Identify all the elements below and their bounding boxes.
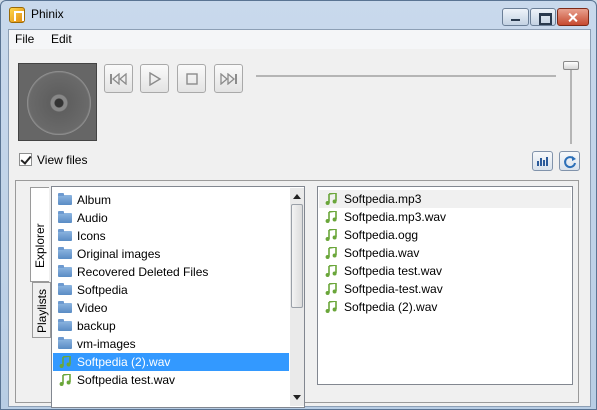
volume-track[interactable] — [570, 66, 572, 144]
file-list: Softpedia.mp3 Softpedia.mp3.wav Softpedi… — [317, 186, 573, 385]
tab-playlists-label: Playlists — [35, 288, 49, 333]
tree-item[interactable]: Original images — [53, 245, 289, 263]
scroll-up-icon[interactable] — [293, 194, 301, 199]
file-row[interactable]: Softpedia.ogg — [319, 226, 571, 244]
previous-icon — [110, 72, 127, 85]
folder-icon — [58, 211, 72, 223]
menu-file[interactable]: File — [15, 32, 34, 46]
minimize-button[interactable] — [502, 8, 529, 26]
disc-icon — [27, 71, 91, 135]
folder-icon — [58, 229, 72, 241]
folder-icon — [58, 247, 72, 259]
audio-file-icon — [325, 193, 337, 205]
tree-item[interactable]: Icons — [53, 227, 289, 245]
file-row[interactable]: Softpedia (2).wav — [319, 298, 571, 316]
tree-item[interactable]: Video — [53, 299, 289, 317]
volume-slider-thumb[interactable] — [563, 61, 579, 70]
audio-file-icon — [325, 301, 337, 313]
audio-file-icon — [59, 374, 71, 386]
file-row[interactable]: Softpedia.mp3.wav — [319, 208, 571, 226]
audio-file-icon — [59, 356, 71, 368]
stop-icon — [185, 72, 198, 85]
close-button[interactable] — [557, 8, 589, 26]
folder-icon — [58, 337, 72, 349]
tree-item[interactable]: Recovered Deleted Files — [53, 263, 289, 281]
tree-scrollbar[interactable] — [290, 188, 304, 406]
file-row[interactable]: Softpedia-test.wav — [319, 280, 571, 298]
file-row[interactable]: Softpedia.wav — [319, 244, 571, 262]
folder-tree: Album Audio Icons Original images Recove… — [51, 186, 305, 408]
audio-file-icon — [325, 283, 337, 295]
next-icon — [220, 72, 237, 85]
folder-icon — [58, 283, 72, 295]
title-bar[interactable]: Phinix — [1, 1, 596, 29]
equalizer-button[interactable] — [532, 151, 553, 171]
folder-icon — [58, 193, 72, 205]
play-icon — [148, 71, 161, 86]
tree-item-selected[interactable]: Softpedia (2).wav — [53, 353, 289, 371]
seek-slider[interactable] — [256, 75, 556, 77]
play-button[interactable] — [140, 64, 169, 93]
app-icon — [9, 7, 25, 23]
previous-button[interactable] — [104, 64, 133, 93]
refresh-icon — [564, 156, 576, 169]
next-button[interactable] — [214, 64, 243, 93]
folder-icon — [58, 319, 72, 331]
menu-edit[interactable]: Edit — [51, 32, 72, 46]
view-files-checkbox[interactable] — [19, 153, 32, 166]
client-area: File Edit View files Explorer Playlists … — [8, 29, 591, 408]
album-art — [18, 63, 97, 141]
menu-bar: File Edit — [9, 30, 590, 49]
audio-file-icon — [325, 211, 337, 223]
view-files-label: View files — [37, 153, 88, 167]
maximize-button[interactable] — [530, 8, 556, 26]
scroll-thumb[interactable] — [291, 204, 303, 308]
file-row[interactable]: Softpedia test.wav — [319, 262, 571, 280]
file-row[interactable]: Softpedia.mp3 — [319, 190, 571, 208]
tab-explorer[interactable]: Explorer — [30, 187, 49, 282]
audio-file-icon — [325, 265, 337, 277]
tab-explorer-label: Explorer — [33, 223, 47, 268]
window-title: Phinix — [31, 7, 64, 21]
tab-playlists[interactable]: Playlists — [32, 282, 51, 338]
tree-item[interactable]: Album — [53, 191, 289, 209]
folder-icon — [58, 301, 72, 313]
folder-icon — [58, 265, 72, 277]
tree-item[interactable]: Audio — [53, 209, 289, 227]
stop-button[interactable] — [177, 64, 206, 93]
tree-item[interactable]: backup — [53, 317, 289, 335]
audio-file-icon — [325, 229, 337, 241]
tree-item[interactable]: vm-images — [53, 335, 289, 353]
app-window: Phinix File Edit View files Explorer Pla… — [0, 0, 597, 410]
refresh-button[interactable] — [559, 151, 580, 171]
scroll-down-icon[interactable] — [293, 395, 301, 400]
equalizer-icon — [537, 157, 548, 166]
tree-item[interactable]: Softpedia — [53, 281, 289, 299]
audio-file-icon — [325, 247, 337, 259]
tree-item[interactable]: Softpedia test.wav — [53, 371, 289, 389]
